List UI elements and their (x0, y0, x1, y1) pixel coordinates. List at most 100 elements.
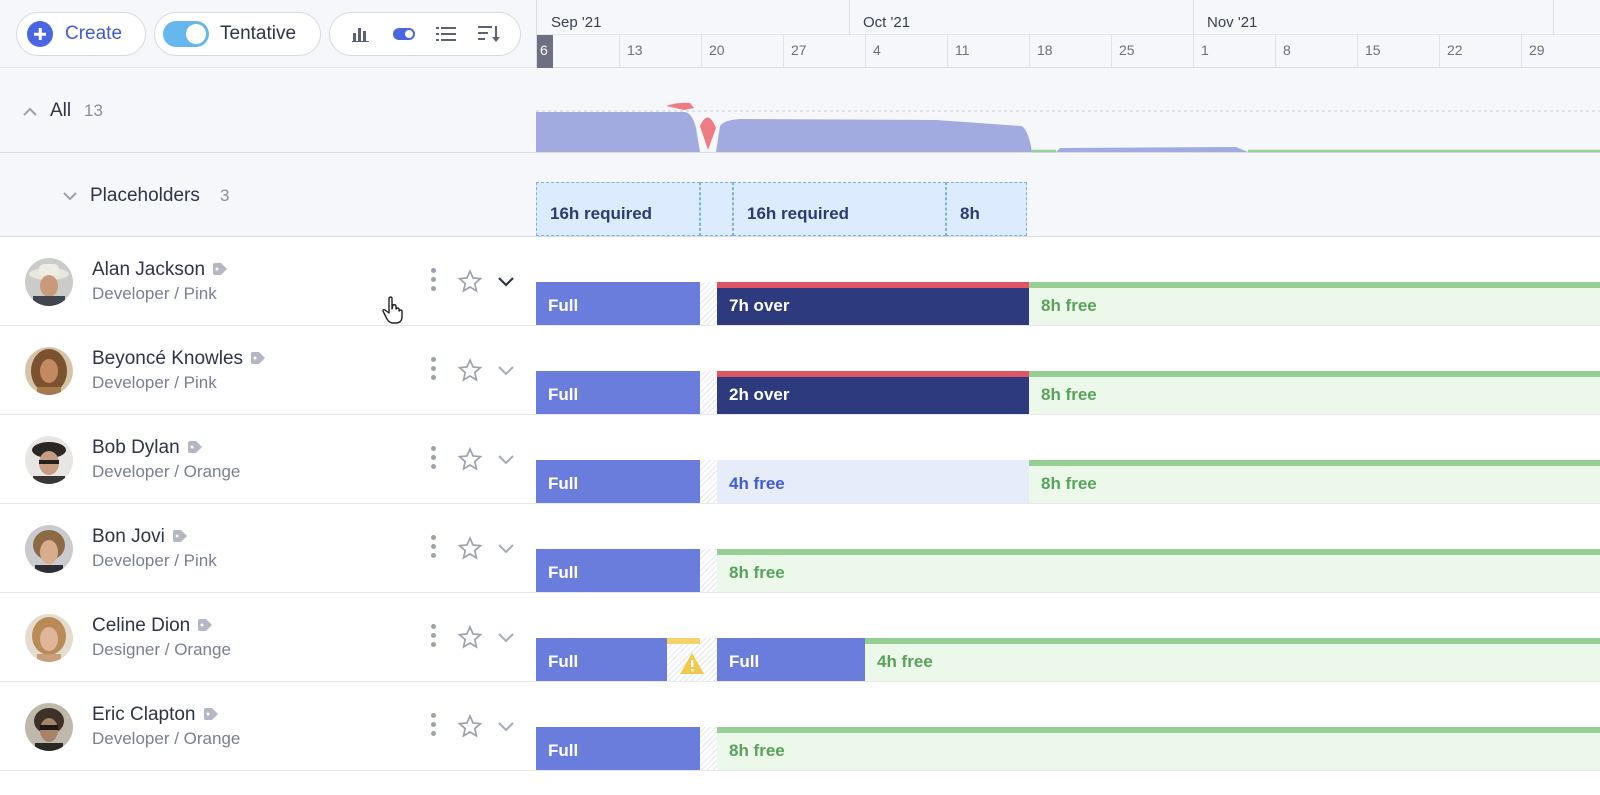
avatar[interactable] (25, 436, 73, 484)
tag-icon[interactable] (251, 348, 266, 370)
placeholder-block[interactable]: 16h required (733, 182, 946, 236)
bar-chart-icon[interactable] (350, 23, 372, 45)
create-label: Create (65, 23, 123, 44)
sort-icon[interactable] (477, 23, 500, 45)
week-current[interactable]: 6 (537, 35, 553, 69)
star-icon[interactable] (457, 358, 483, 388)
person-name[interactable]: Celine Dion (92, 615, 213, 637)
chevron-down-icon[interactable] (497, 541, 515, 559)
star-icon[interactable] (457, 447, 483, 477)
week-label[interactable]: 11 (947, 35, 970, 69)
week-label[interactable]: 22 (1439, 35, 1463, 69)
allocation-bar-free[interactable]: 8h free (717, 549, 1600, 592)
chevron-down-icon[interactable] (497, 630, 515, 648)
allocation-bar-full[interactable]: Full (536, 549, 700, 592)
week-label[interactable]: 18 (1029, 35, 1053, 69)
chevron-down-icon[interactable] (497, 363, 515, 381)
toggle-icon[interactable] (392, 23, 415, 45)
placeholder-block[interactable] (700, 182, 733, 236)
tag-icon[interactable] (203, 704, 218, 726)
more-options-icon[interactable] (428, 268, 438, 296)
week-label[interactable]: 8 (1275, 35, 1291, 69)
allocation-bar-free[interactable]: 8h free (1029, 371, 1600, 414)
overallocation-line (717, 371, 1029, 377)
person-row[interactable]: Eric Clapton Developer / Orange Full 8h … (0, 682, 1600, 771)
allocation-bar-full[interactable]: Full (536, 282, 700, 325)
tag-icon[interactable] (198, 615, 213, 637)
weekend-hatch (700, 460, 717, 503)
month-label: Sep '21 (551, 14, 602, 31)
group-count: 13 (84, 101, 103, 120)
week-label[interactable]: 15 (1357, 35, 1381, 69)
allocation-bar-free[interactable]: 8h free (717, 727, 1600, 770)
capacity-area (536, 112, 700, 152)
more-options-icon[interactable] (428, 535, 438, 563)
allocation-bar-free[interactable]: 8h free (1029, 282, 1600, 325)
week-label[interactable]: 27 (783, 35, 807, 69)
person-name[interactable]: Alan Jackson (92, 259, 228, 281)
allocation-bar-full[interactable]: Full (536, 371, 700, 414)
star-icon[interactable] (457, 625, 483, 655)
allocation-bar-over[interactable]: 2h over (717, 371, 1029, 414)
week-label[interactable]: 25 (1111, 35, 1135, 69)
person-row[interactable]: Alan Jackson Developer / Pink Full 7h ov… (0, 237, 1600, 326)
allocation-bar-full[interactable]: Full (536, 460, 700, 503)
tentative-switch[interactable] (163, 21, 209, 47)
group-row-all[interactable]: All 13 (0, 68, 1600, 153)
avatar[interactable] (25, 347, 73, 395)
person-name[interactable]: Bon Jovi (92, 526, 187, 548)
weekend-hatch (700, 549, 717, 592)
person-name[interactable]: Beyoncé Knowles (92, 348, 266, 370)
tag-icon[interactable] (213, 259, 228, 281)
more-options-icon[interactable] (428, 713, 438, 741)
tag-icon[interactable] (172, 526, 187, 548)
allocation-bar-free[interactable]: 4h free (865, 638, 1600, 681)
week-label[interactable]: 20 (701, 35, 725, 69)
week-label[interactable]: 29 (1521, 35, 1545, 69)
star-icon[interactable] (457, 714, 483, 744)
allocation-bar-over[interactable]: 7h over (717, 282, 1029, 325)
person-row[interactable]: Beyoncé Knowles Developer / Pink Full 2h… (0, 326, 1600, 415)
chevron-down-icon[interactable] (497, 452, 515, 470)
more-options-icon[interactable] (428, 357, 438, 385)
tag-icon[interactable] (187, 437, 202, 459)
week-label[interactable]: 13 (619, 35, 643, 69)
more-options-icon[interactable] (428, 624, 438, 652)
person-name[interactable]: Bob Dylan (92, 437, 202, 459)
allocation-bar-full[interactable]: Full (717, 638, 865, 681)
weekend-hatch (700, 727, 717, 770)
person-role: Developer / Pink (92, 373, 217, 392)
chevron-down-icon[interactable] (62, 188, 78, 206)
person-row[interactable]: Bon Jovi Developer / Pink Full 8h free (0, 504, 1600, 593)
weekend-hatch (700, 371, 717, 414)
avatar[interactable] (25, 703, 73, 751)
allocation-bar-full[interactable]: Full (536, 638, 667, 681)
person-row[interactable]: Celine Dion Designer / Orange Full Full … (0, 593, 1600, 682)
week-label[interactable]: 1 (1193, 35, 1209, 69)
list-icon[interactable] (435, 23, 457, 45)
more-options-icon[interactable] (428, 446, 438, 474)
chevron-down-icon[interactable] (497, 274, 515, 292)
warning-icon[interactable] (680, 653, 704, 679)
group-row-placeholders[interactable]: Placeholders 3 16h required 16h required… (0, 153, 1600, 237)
person-name[interactable]: Eric Clapton (92, 704, 218, 726)
placeholder-block[interactable]: 8h (946, 182, 1027, 236)
tentative-label: Tentative (220, 23, 297, 44)
create-button[interactable]: Create (16, 12, 146, 56)
person-row[interactable]: Bob Dylan Developer / Orange Full 4h fre… (0, 415, 1600, 504)
avatar[interactable] (25, 614, 73, 662)
chevron-up-icon[interactable] (22, 104, 38, 122)
avatar[interactable] (25, 258, 73, 306)
allocation-bar-partial[interactable]: 4h free (717, 460, 1029, 503)
placeholder-block[interactable]: 16h required (536, 182, 700, 236)
allocation-bar-free[interactable]: 8h free (1029, 460, 1600, 503)
group-label: Placeholders (90, 185, 200, 206)
overload-area (666, 102, 694, 110)
star-icon[interactable] (457, 269, 483, 299)
avatar[interactable] (25, 525, 73, 573)
chevron-down-icon[interactable] (497, 719, 515, 737)
tentative-toggle-button[interactable]: Tentative (154, 12, 321, 56)
allocation-bar-full[interactable]: Full (536, 727, 700, 770)
star-icon[interactable] (457, 536, 483, 566)
week-label[interactable]: 4 (865, 35, 881, 69)
